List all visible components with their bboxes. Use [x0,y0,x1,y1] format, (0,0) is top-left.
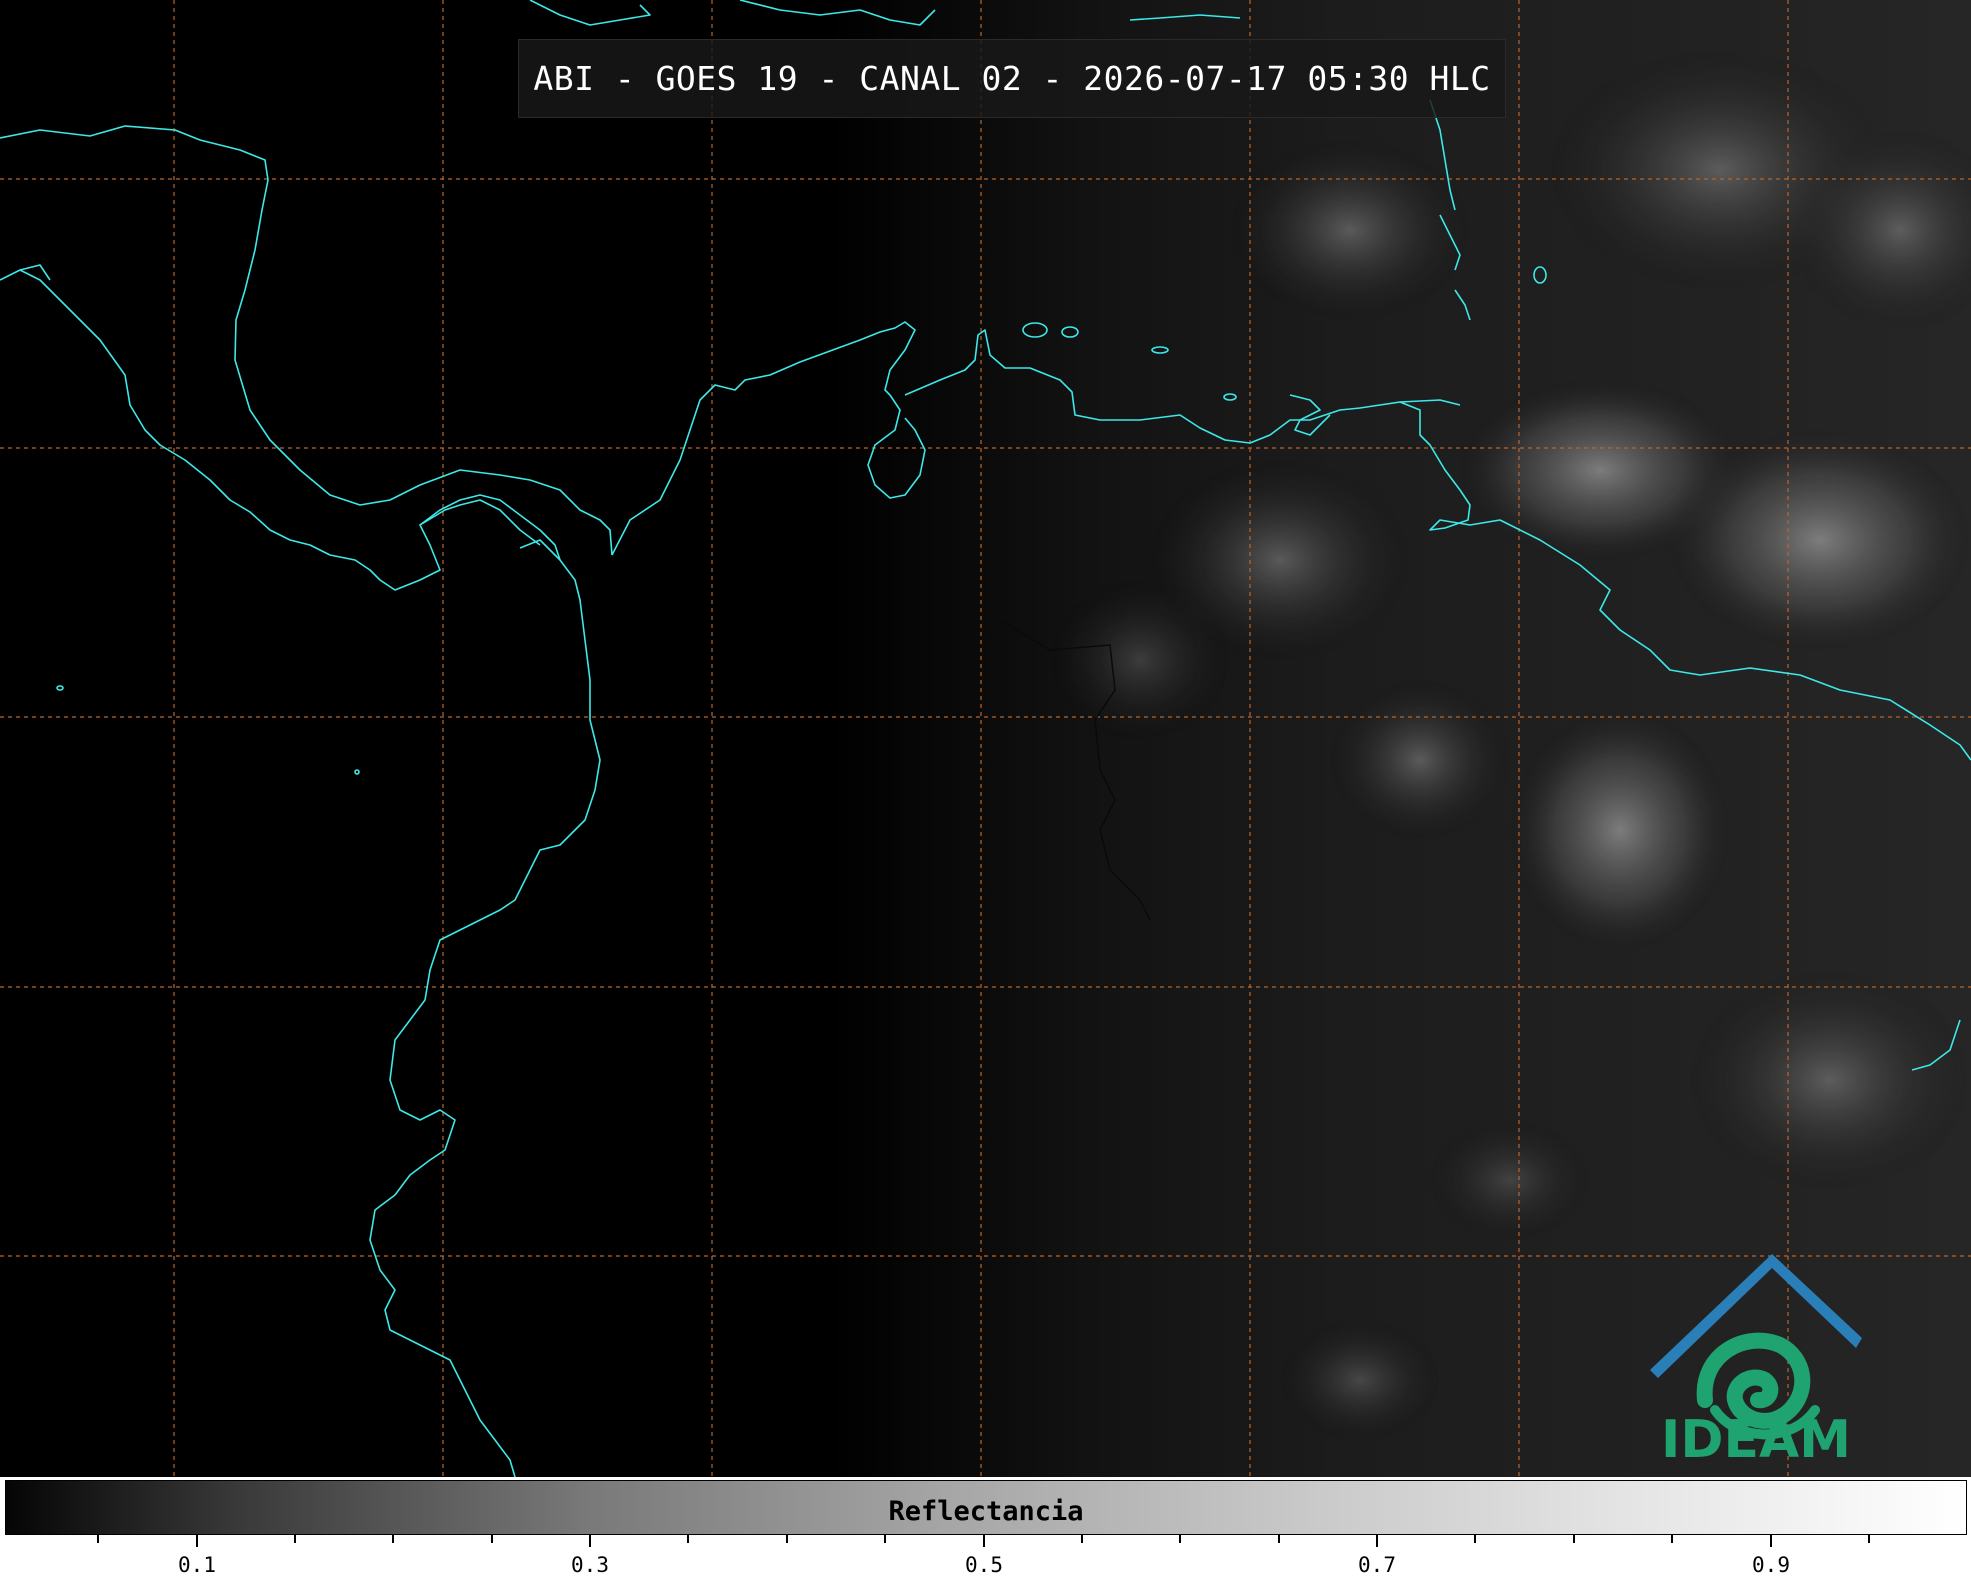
logo-text: IDEAM [1660,1410,1852,1470]
tick-marks [97,1535,1870,1547]
tick-label: 0.3 [571,1553,609,1577]
colorbar: Reflectancia [5,1480,1967,1535]
satellite-image: ABI - GOES 19 - CANAL 02 - 2026-07-17 05… [0,0,1971,1477]
title-banner: ABI - GOES 19 - CANAL 02 - 2026-07-17 05… [518,39,1506,118]
colorbar-panel: Reflectancia 0.1 0.3 0.5 0.7 0.9 [0,1477,1971,1577]
tick-label: 0.9 [1752,1553,1790,1577]
colorbar-label: Reflectancia [888,1496,1084,1527]
tick-label: 0.7 [1358,1553,1396,1577]
tick-label: 0.1 [178,1553,216,1577]
image-title: ABI - GOES 19 - CANAL 02 - 2026-07-17 05… [533,59,1491,98]
colorbar-ticks: 0.1 0.3 0.5 0.7 0.9 [0,1535,1971,1577]
tick-label: 0.5 [965,1553,1003,1577]
